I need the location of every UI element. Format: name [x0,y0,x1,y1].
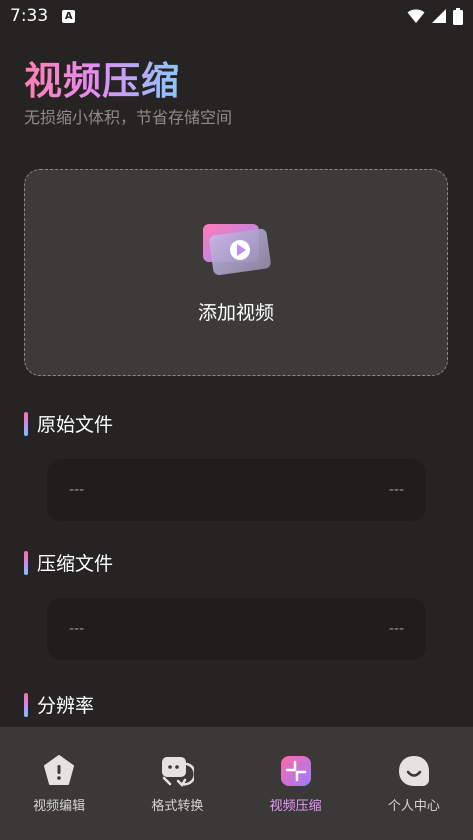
smile-face-icon [398,756,429,786]
compress-icon [280,756,311,786]
add-video-button[interactable]: 添加视频 [24,169,448,376]
section-resolution-title: 分辨率 [24,691,94,718]
nav-item-profile[interactable]: 个人中心 [355,727,473,840]
page-title: 视频压缩 [24,59,181,103]
nav-label-profile: 个人中心 [387,799,440,814]
compressed-file-row: --- --- [47,598,426,660]
compressed-file-right-value: --- [388,621,404,637]
section-accent-bar [24,692,28,717]
status-time: 7:33 [10,6,49,26]
nav-item-format-convert[interactable]: 格式转换 [118,727,236,840]
nav-item-video-compress[interactable]: 视频压缩 [237,727,355,840]
wifi-icon [407,9,425,23]
section-compressed-title: 压缩文件 [24,549,113,576]
nav-label-video-compress: 视频压缩 [269,799,322,814]
section-accent-bar [24,550,28,575]
status-left: 7:33 A [10,6,76,26]
section-compressed-label: 压缩文件 [37,553,114,575]
compressed-file-left-value: --- [69,621,85,637]
status-right [407,7,463,25]
original-file-right-value: --- [388,482,404,498]
video-card-icon [203,224,271,276]
format-convert-icon [162,757,195,788]
battery-icon [453,7,463,25]
signal-icon [432,9,446,23]
bottom-nav: 视频编辑 格式转换 视频压缩 个人中心 [0,727,473,840]
nav-label-video-edit: 视频编辑 [33,799,86,814]
nav-item-video-edit[interactable]: 视频编辑 [0,727,118,840]
notification-icon: A [62,9,76,23]
add-video-label: 添加视频 [197,302,274,324]
section-original-label: 原始文件 [37,414,114,436]
status-bar: 7:33 A [0,0,473,32]
page-subtitle: 无损缩小体积，节省存储空间 [24,108,233,127]
nav-label-format-convert: 格式转换 [151,799,204,814]
pentagon-icon [44,755,75,785]
section-accent-bar [24,411,28,436]
section-resolution-label: 分辨率 [37,695,95,717]
original-file-left-value: --- [69,482,85,498]
section-original-title: 原始文件 [24,410,113,437]
original-file-row: --- --- [47,459,426,521]
